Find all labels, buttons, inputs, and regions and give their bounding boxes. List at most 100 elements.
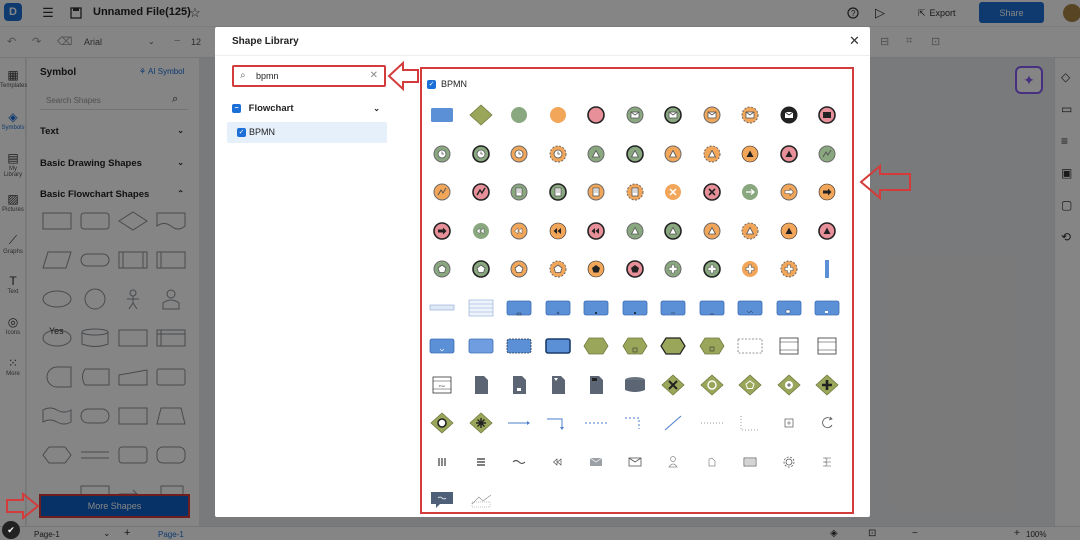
bpmn-shape-r5-c4[interactable] xyxy=(542,253,574,285)
bpmn-shape-r8-c5[interactable] xyxy=(580,369,612,401)
bpmn-shape-r6-c11[interactable] xyxy=(811,292,843,324)
bpmn-shape-r2-c9[interactable] xyxy=(734,138,766,170)
checkbox-partial-icon[interactable]: − xyxy=(232,103,241,113)
bpmn-shape-r2-c8[interactable] xyxy=(696,138,728,170)
bpmn-shape-r3-c7[interactable] xyxy=(657,176,689,208)
bpmn-shape-r4-c6[interactable] xyxy=(619,215,651,247)
bpmn-shape-r1-c8[interactable] xyxy=(696,99,728,131)
bpmn-shape-r8-c2[interactable] xyxy=(465,369,497,401)
bpmn-shape-r9-c3[interactable] xyxy=(503,407,535,439)
bpmn-shape-r1-c6[interactable] xyxy=(619,99,651,131)
bpmn-shape-r9-c8[interactable] xyxy=(696,407,728,439)
bpmn-shape-r8-c3[interactable] xyxy=(503,369,535,401)
bpmn-shape-r4-c3[interactable] xyxy=(503,215,535,247)
bpmn-shape-r9-c2[interactable] xyxy=(465,407,497,439)
checkbox-checked-icon[interactable]: ✓ xyxy=(427,80,436,90)
bpmn-shape-r8-c8[interactable] xyxy=(696,369,728,401)
bpmn-shape-r11-c1[interactable] xyxy=(426,484,458,516)
bpmn-shape-r8-c6[interactable] xyxy=(619,369,651,401)
bpmn-shape-r5-c5[interactable] xyxy=(580,253,612,285)
bpmn-shape-r7-c8[interactable] xyxy=(696,330,728,362)
bpmn-shape-r3-c6[interactable] xyxy=(619,176,651,208)
bpmn-shape-r2-c3[interactable] xyxy=(503,138,535,170)
bpmn-shape-r9-c1[interactable] xyxy=(426,407,458,439)
bpmn-shape-r6-c1[interactable] xyxy=(426,292,458,324)
bpmn-shape-r4-c1[interactable] xyxy=(426,215,458,247)
bpmn-shape-r1-c4[interactable] xyxy=(542,99,574,131)
bpmn-shape-r9-c4[interactable] xyxy=(542,407,574,439)
bpmn-shape-r3-c3[interactable] xyxy=(503,176,535,208)
bpmn-shape-r1-c1[interactable] xyxy=(426,99,458,131)
bpmn-shape-r8-c1[interactable]: Proc xyxy=(426,369,458,401)
bpmn-shape-r6-c6[interactable] xyxy=(619,292,651,324)
bpmn-shape-r10-c1[interactable] xyxy=(426,446,458,478)
bpmn-shape-r8-c7[interactable] xyxy=(657,369,689,401)
bpmn-shape-r2-c5[interactable] xyxy=(580,138,612,170)
bpmn-shape-r3-c1[interactable] xyxy=(426,176,458,208)
bpmn-shape-r8-c11[interactable] xyxy=(811,369,843,401)
bpmn-shape-r5-c11[interactable] xyxy=(811,253,843,285)
bpmn-shape-r7-c3[interactable] xyxy=(503,330,535,362)
bpmn-shape-r1-c7[interactable] xyxy=(657,99,689,131)
bpmn-shape-r4-c2[interactable] xyxy=(465,215,497,247)
bpmn-shape-r1-c3[interactable] xyxy=(503,99,535,131)
bpmn-shape-r1-c5[interactable] xyxy=(580,99,612,131)
bpmn-shape-r8-c9[interactable] xyxy=(734,369,766,401)
bpmn-shape-r9-c10[interactable] xyxy=(773,407,805,439)
bpmn-shape-r10-c7[interactable] xyxy=(657,446,689,478)
bpmn-shape-r1-c9[interactable] xyxy=(734,99,766,131)
bpmn-shape-r5-c9[interactable] xyxy=(734,253,766,285)
bpmn-shape-r3-c2[interactable] xyxy=(465,176,497,208)
bpmn-shape-r6-c3[interactable] xyxy=(503,292,535,324)
bpmn-shape-r6-c10[interactable] xyxy=(773,292,805,324)
bpmn-shape-r10-c11[interactable] xyxy=(811,446,843,478)
bpmn-shape-r7-c4[interactable] xyxy=(542,330,574,362)
bpmn-shape-r6-c8[interactable] xyxy=(696,292,728,324)
bpmn-shape-r1-c2[interactable] xyxy=(465,99,497,131)
bpmn-shape-r8-c4[interactable] xyxy=(542,369,574,401)
bpmn-shape-r8-c10[interactable] xyxy=(773,369,805,401)
bpmn-shape-r4-c11[interactable] xyxy=(811,215,843,247)
bpmn-shape-r1-c11[interactable] xyxy=(811,99,843,131)
bpmn-shape-r3-c5[interactable] xyxy=(580,176,612,208)
bpmn-shape-r5-c6[interactable] xyxy=(619,253,651,285)
clear-icon[interactable]: ✕ xyxy=(370,70,378,81)
bpmn-shape-r4-c4[interactable] xyxy=(542,215,574,247)
bpmn-shape-r4-c5[interactable] xyxy=(580,215,612,247)
bpmn-shape-r9-c7[interactable] xyxy=(657,407,689,439)
bpmn-shape-r7-c9[interactable] xyxy=(734,330,766,362)
checkbox-checked-icon[interactable]: ✓ xyxy=(237,128,246,137)
bpmn-shape-r4-c10[interactable] xyxy=(773,215,805,247)
bpmn-shape-r5-c10[interactable] xyxy=(773,253,805,285)
results-header[interactable]: ✓ BPMN xyxy=(427,79,467,90)
bpmn-shape-r10-c5[interactable] xyxy=(580,446,612,478)
bpmn-shape-r3-c8[interactable] xyxy=(696,176,728,208)
bpmn-shape-r11-c2[interactable] xyxy=(465,484,497,516)
bpmn-shape-r5-c8[interactable] xyxy=(696,253,728,285)
bpmn-shape-r4-c8[interactable] xyxy=(696,215,728,247)
bpmn-shape-r7-c5[interactable] xyxy=(580,330,612,362)
bpmn-shape-r7-c1[interactable] xyxy=(426,330,458,362)
bpmn-shape-r3-c9[interactable] xyxy=(734,176,766,208)
bpmn-shape-r2-c1[interactable] xyxy=(426,138,458,170)
bpmn-shape-r5-c2[interactable] xyxy=(465,253,497,285)
bpmn-shape-r7-c11[interactable] xyxy=(811,330,843,362)
bpmn-shape-r5-c7[interactable] xyxy=(657,253,689,285)
bpmn-shape-r9-c9[interactable] xyxy=(734,407,766,439)
bpmn-shape-r2-c6[interactable] xyxy=(619,138,651,170)
bpmn-shape-r6-c5[interactable] xyxy=(580,292,612,324)
shield-icon[interactable]: ✔ xyxy=(2,521,20,539)
bpmn-shape-r3-c4[interactable] xyxy=(542,176,574,208)
bpmn-shape-r3-c11[interactable] xyxy=(811,176,843,208)
bpmn-shape-r4-c9[interactable] xyxy=(734,215,766,247)
category-item-bpmn[interactable]: ✓ BPMN xyxy=(227,122,387,143)
library-search-input[interactable]: ⌕ bpmn ✕ xyxy=(232,65,386,87)
bpmn-shape-r9-c6[interactable] xyxy=(619,407,651,439)
bpmn-shape-r7-c6[interactable] xyxy=(619,330,651,362)
bpmn-shape-r2-c11[interactable] xyxy=(811,138,843,170)
bpmn-shape-r5-c1[interactable] xyxy=(426,253,458,285)
bpmn-shape-r2-c2[interactable] xyxy=(465,138,497,170)
bpmn-shape-r1-c10[interactable] xyxy=(773,99,805,131)
bpmn-shape-r10-c9[interactable] xyxy=(734,446,766,478)
bpmn-shape-r10-c6[interactable] xyxy=(619,446,651,478)
